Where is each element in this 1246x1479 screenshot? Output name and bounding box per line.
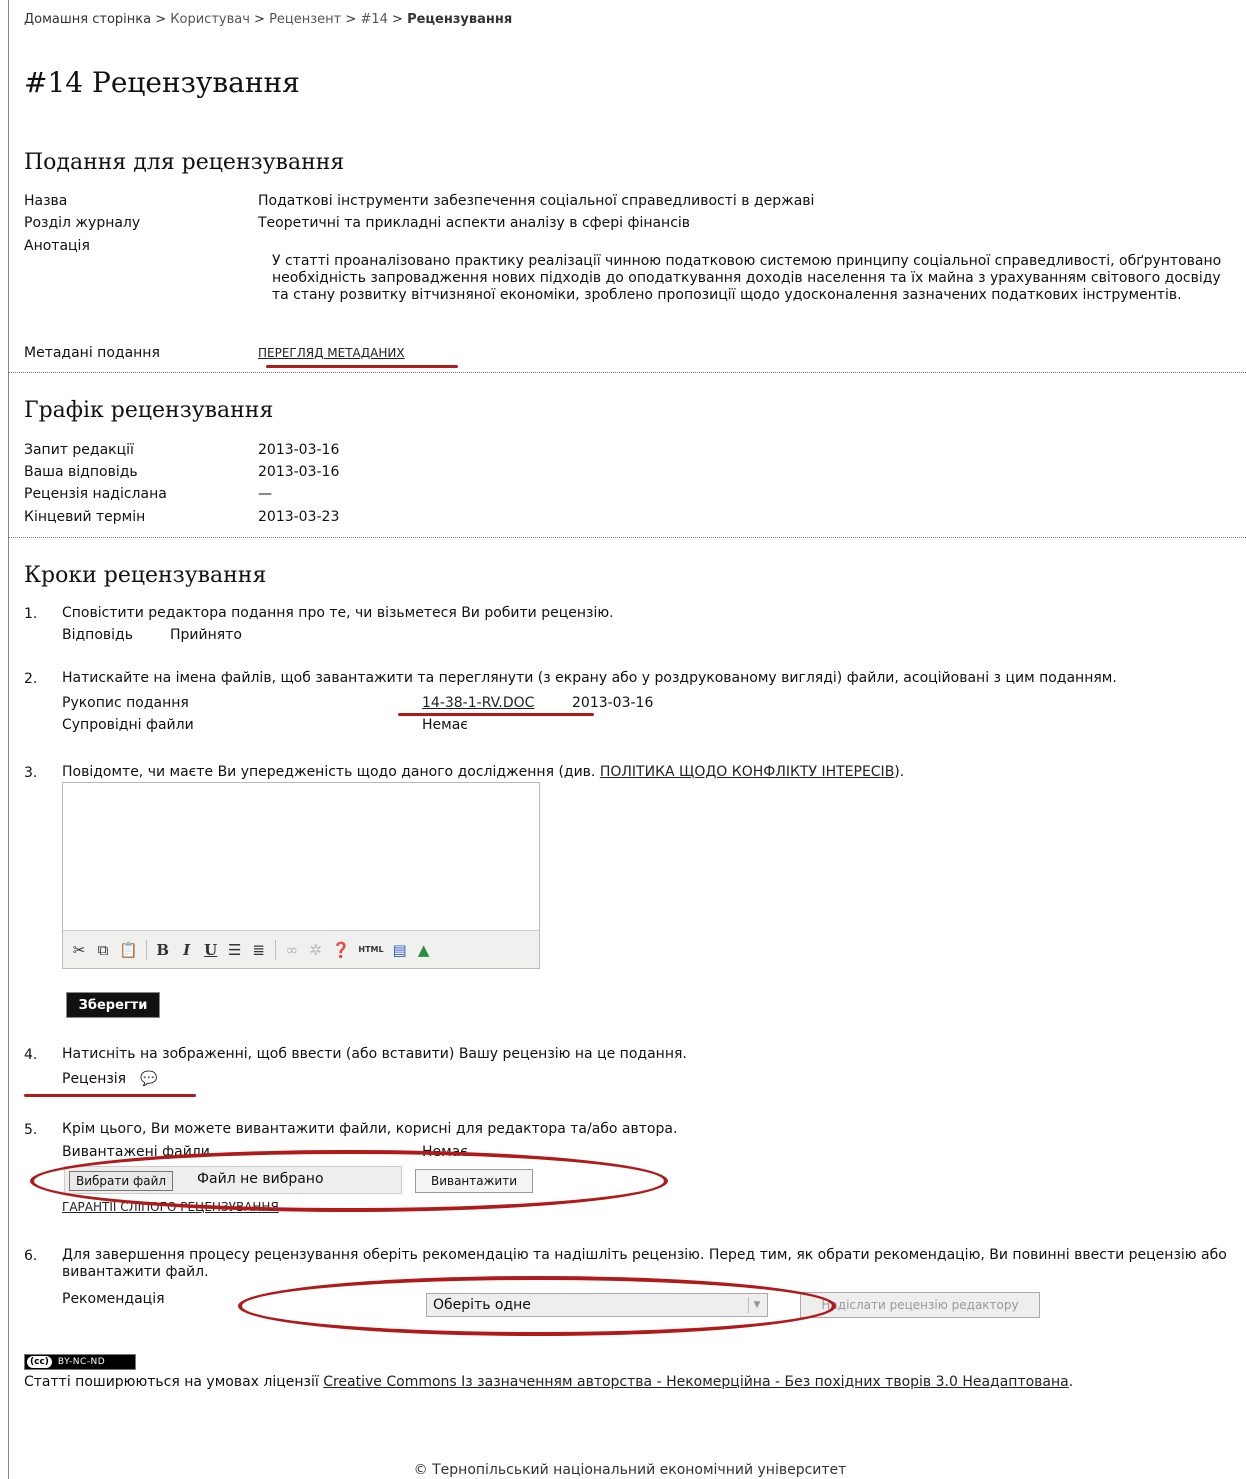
breadcrumb: Домашня сторінка > Користувач > Рецензен… [24, 12, 512, 27]
step-3-text-end: ). [894, 764, 905, 780]
answer-label: Відповідь [62, 627, 133, 643]
request-value: 2013-03-16 [258, 442, 340, 458]
toolbar-separator [145, 939, 147, 960]
section-label: Розділ журналу [24, 215, 141, 231]
paste-icon[interactable]: 📋 [119, 941, 138, 959]
due-value: 2013-03-23 [258, 509, 340, 525]
fullscreen-icon[interactable]: ▤ [392, 941, 408, 959]
step-5-text: Крім цього, Ви можете вивантажити файли,… [62, 1121, 678, 1137]
underline-icon[interactable]: U [203, 941, 219, 959]
breadcrumb-user[interactable]: Користувач [170, 12, 250, 27]
numbered-list-icon[interactable]: ≣ [251, 941, 267, 959]
abstract-label: Анотація [24, 238, 90, 254]
sent-value: — [258, 486, 272, 502]
cc-license-badge[interactable]: (cc) BY-NC-ND [24, 1354, 136, 1370]
competing-interests-editor[interactable]: ✂ ⧉ 📋 B I U ☰ ≣ ∞ ✲ ❓ HTML ▤ ▲ [62, 782, 540, 969]
left-border [8, 0, 9, 1479]
submission-heading: Подання для рецензування [24, 150, 345, 175]
annotation-oval [30, 1150, 668, 1212]
italic-icon[interactable]: I [179, 941, 195, 959]
link-icon[interactable]: ∞ [284, 941, 300, 959]
breadcrumb-reviewer[interactable]: Рецензент [269, 12, 341, 27]
copy-icon[interactable]: ⧉ [95, 941, 111, 959]
step-number: 1. [24, 606, 38, 622]
recommendation-label: Рекомендація [62, 1291, 165, 1307]
annotation-oval [238, 1276, 836, 1336]
unlink-icon[interactable]: ✲ [308, 941, 324, 959]
breadcrumb-sep: > [345, 12, 357, 27]
image-icon[interactable]: ▲ [416, 941, 432, 959]
sent-label: Рецензія надіслана [24, 486, 167, 502]
breadcrumb-sep: > [155, 12, 167, 27]
cc-badge-text: BY-NC-ND [57, 1357, 106, 1367]
review-comment-icon[interactable]: 💬 [140, 1070, 157, 1088]
step-6-text: Для завершення процесу рецензування обер… [62, 1247, 1227, 1280]
breadcrumb-id[interactable]: #14 [360, 12, 387, 27]
step-number: 4. [24, 1047, 38, 1063]
annotation-underline [24, 1094, 196, 1097]
toolbar-separator [274, 939, 276, 960]
schedule-heading: Графік рецензування [24, 398, 274, 423]
step-number: 5. [24, 1122, 38, 1138]
help-icon[interactable]: ❓ [332, 941, 351, 959]
breadcrumb-sep: > [254, 12, 265, 27]
step-number: 2. [24, 671, 38, 687]
breadcrumb-sep: > [392, 12, 403, 27]
save-button[interactable]: Зберегти [66, 992, 160, 1018]
cut-icon[interactable]: ✂ [71, 941, 87, 959]
license-end: . [1068, 1374, 1074, 1390]
metadata-label: Метадані подання [24, 345, 160, 361]
conflict-policy-link[interactable]: ПОЛІТИКА ЩОДО КОНФЛІКТУ ІНТЕРЕСІВ [600, 764, 894, 780]
steps-heading: Кроки рецензування [24, 563, 267, 588]
due-label: Кінцевий термін [24, 509, 146, 525]
step-number: 6. [24, 1248, 38, 1264]
license-prefix: Статті поширюються на умовах ліцензії [24, 1374, 319, 1390]
title-value: Податкові інструменти забезпечення соціа… [258, 193, 815, 209]
bold-icon[interactable]: B [155, 941, 171, 959]
html-icon[interactable]: HTML [358, 945, 383, 954]
supp-files-label: Супровідні файли [62, 717, 194, 733]
divider [8, 372, 1246, 373]
step-number: 3. [24, 765, 38, 781]
title-label: Назва [24, 193, 68, 209]
cc-logo: (cc) [27, 1356, 52, 1368]
step-2-text: Натискайте на імена файлів, щоб завантаж… [62, 670, 1117, 686]
breadcrumb-current: Рецензування [407, 12, 513, 27]
abstract-text: У статті проаналізовано практику реаліза… [272, 253, 1222, 303]
section-value: Теоретичні та прикладні аспекти аналізу … [258, 215, 691, 231]
request-label: Запит редакції [24, 442, 134, 458]
step-3-text: Повідомте, чи маєте Ви упередженість щод… [62, 764, 1246, 781]
step-1-text: Сповістити редактора подання про те, чи … [62, 605, 614, 621]
breadcrumb-home[interactable]: Домашня сторінка [24, 12, 151, 27]
divider [8, 537, 1246, 538]
page-title: #14 Рецензування [24, 66, 300, 99]
manuscript-file-link[interactable]: 14-38-1-RV.DOC [422, 694, 534, 712]
step-4-text: Натисніть на зображенні, щоб ввести (або… [62, 1046, 687, 1062]
footer-copyright: © Тернопільський національний економічни… [413, 1462, 847, 1478]
license-link[interactable]: Creative Commons Із зазначенням авторств… [323, 1374, 1069, 1390]
response-label: Ваша відповідь [24, 464, 138, 480]
answer-value: Прийнято [170, 627, 242, 643]
review-label: Рецензія [62, 1071, 127, 1087]
view-metadata-link[interactable]: ПЕРЕГЛЯД МЕТАДАНИХ [258, 344, 1238, 362]
bullet-list-icon[interactable]: ☰ [227, 941, 243, 959]
manuscript-label: Рукопис подання [62, 695, 189, 711]
editor-toolbar: ✂ ⧉ 📋 B I U ☰ ≣ ∞ ✲ ❓ HTML ▤ ▲ [63, 930, 539, 968]
response-value: 2013-03-16 [258, 464, 340, 480]
step-3-text-main: Повідомте, чи маєте Ви упередженість щод… [62, 764, 596, 780]
annotation-underline [266, 365, 458, 368]
send-review-button[interactable]: Надіслати рецензію редактору [800, 1292, 1040, 1318]
license-text: Статті поширюються на умовах ліцензії Cr… [24, 1374, 1073, 1390]
manuscript-date: 2013-03-16 [572, 695, 654, 711]
supp-files-value: Немає [422, 717, 468, 733]
